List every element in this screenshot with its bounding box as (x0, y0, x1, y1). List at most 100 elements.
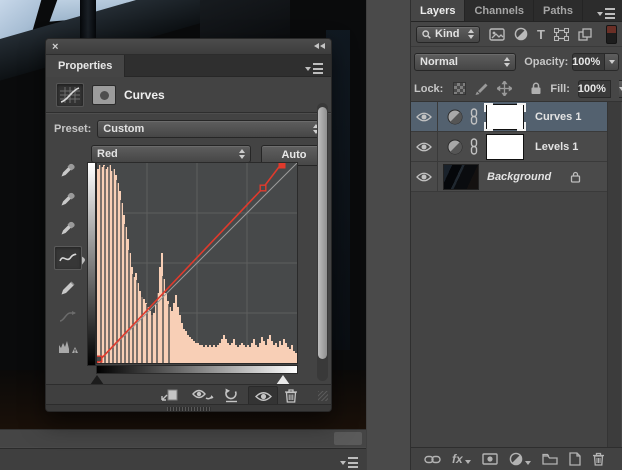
lock-transparency-icon[interactable] (453, 82, 466, 95)
scrollbar-thumb[interactable] (318, 107, 327, 359)
filter-pixel-layers-icon[interactable] (489, 28, 505, 41)
toggle-visibility-button-active[interactable] (248, 386, 278, 406)
preset-dropdown[interactable]: Custom (97, 120, 325, 138)
channel-value: Red (97, 148, 235, 160)
stepper-arrows-icon (504, 57, 510, 67)
collapsed-panel-strip (0, 448, 366, 470)
layer-mask-thumbnail[interactable] (484, 133, 526, 161)
search-icon (422, 30, 431, 39)
new-layer-button[interactable] (569, 452, 581, 466)
filter-adjustment-layers-icon[interactable] (514, 27, 528, 41)
stepper-arrows-icon (468, 29, 474, 39)
fx-label: fx (452, 452, 463, 466)
blend-mode-dropdown[interactable]: Normal (414, 53, 516, 71)
tab-layers[interactable]: Layers (411, 0, 465, 21)
black-point-eyedropper[interactable] (55, 159, 81, 181)
triangle-down-icon (525, 461, 531, 465)
filter-shape-layers-icon[interactable] (554, 28, 569, 41)
properties-scrollbar[interactable] (317, 103, 328, 381)
filter-kind-dropdown[interactable]: Kind (416, 26, 480, 43)
triangle-down-icon (305, 67, 311, 71)
adjustment-layer-icon[interactable] (447, 109, 463, 125)
lock-pixels-brush-icon[interactable] (474, 82, 489, 96)
collapse-to-icons-button[interactable] (314, 43, 325, 49)
triangle-down-icon (340, 461, 346, 465)
mask-link-icon[interactable] (469, 138, 479, 155)
blend-mode-value: Normal (420, 56, 500, 68)
adjustment-title: Curves (124, 88, 165, 102)
menu-lines-icon (313, 63, 323, 74)
mask-link-icon[interactable] (469, 108, 479, 125)
preset-value: Custom (103, 123, 309, 135)
gray-point-eyedropper[interactable] (55, 188, 81, 210)
layer-name[interactable]: Curves 1 (535, 111, 581, 123)
menu-lines-icon (348, 457, 358, 468)
draw-curve-pencil-tool[interactable] (55, 277, 81, 299)
filter-kind-value: Kind (435, 28, 464, 40)
mask-selection-corner (517, 103, 526, 112)
photoshop-workspace: Layers Channels Paths Kind T (0, 0, 622, 470)
white-point-eyedropper[interactable] (55, 217, 81, 239)
layer-row-levels-1[interactable]: Levels 1 (411, 132, 607, 162)
layer-row-background[interactable]: Background (411, 162, 607, 192)
close-panel-button[interactable]: × (52, 40, 58, 54)
delete-layer-button[interactable] (592, 452, 605, 466)
properties-footer-toolbar (46, 384, 331, 404)
scrollbar-thumb[interactable] (334, 432, 362, 445)
panel-resize-strip[interactable] (46, 404, 331, 412)
layers-scrollbar-track[interactable] (607, 102, 621, 447)
edit-curve-points-tool[interactable] (54, 246, 82, 270)
layer-image-thumbnail[interactable] (443, 164, 479, 190)
opacity-value[interactable]: 100% (572, 53, 605, 71)
properties-panel-menu[interactable] (305, 63, 323, 74)
properties-panel: × Properties Curves Preset: Custom (45, 38, 332, 412)
view-previous-state-button[interactable] (192, 386, 214, 404)
properties-title-bar[interactable]: × (46, 39, 331, 55)
layer-mask-thumbnail-selected[interactable] (484, 103, 526, 131)
layer-name[interactable]: Levels 1 (535, 141, 578, 153)
layer-name[interactable]: Background (487, 171, 551, 183)
layers-panel-menu[interactable] (597, 8, 615, 19)
layers-tab-bar: Layers Channels Paths (411, 0, 622, 22)
new-group-button[interactable] (542, 453, 558, 465)
tab-paths[interactable]: Paths (534, 0, 583, 21)
filter-type-layers-icon[interactable]: T (537, 27, 545, 42)
layer-filter-toggle[interactable] (606, 25, 617, 44)
blend-mode-row: Normal Opacity: 100% (411, 48, 622, 76)
drag-handle-ridges (167, 407, 211, 411)
curves-grid-plot[interactable] (96, 162, 298, 364)
mask-selection-corner (484, 122, 493, 131)
delete-adjustment-button[interactable] (284, 386, 298, 404)
document-horizontal-scrollbar[interactable] (0, 429, 366, 447)
refresh-histogram-warning-icon[interactable] (55, 335, 81, 357)
visibility-toggle[interactable] (411, 162, 438, 191)
layers-panel: Layers Channels Paths Kind T (410, 0, 622, 470)
filter-smart-object-icon[interactable] (578, 28, 592, 41)
layer-style-button[interactable]: fx (452, 452, 471, 466)
add-layer-mask-button[interactable] (482, 453, 498, 465)
fill-value[interactable]: 100% (578, 80, 611, 98)
panel-menu-icon[interactable] (340, 457, 358, 468)
input-gradient-bar (96, 365, 298, 374)
triangle-down-icon (465, 460, 471, 464)
panel-resize-grip[interactable] (318, 391, 328, 401)
lock-all-icon[interactable] (530, 82, 542, 95)
new-adjustment-layer-button[interactable] (509, 452, 531, 466)
clip-to-layer-button[interactable] (161, 386, 178, 404)
layer-row-curves-1[interactable]: Curves 1 (411, 102, 607, 132)
mask-dot (100, 91, 109, 100)
adjustment-layer-icon[interactable] (447, 139, 463, 155)
channel-dropdown[interactable]: Red (91, 145, 251, 163)
tab-channels[interactable]: Channels (465, 0, 534, 21)
lock-position-move-icon[interactable] (497, 81, 512, 96)
stepper-arrows-icon (239, 149, 245, 159)
opacity-dropdown-button[interactable] (605, 53, 619, 71)
visibility-toggle[interactable] (411, 132, 438, 161)
double-left-arrow-icon (320, 43, 325, 49)
reset-adjustment-button[interactable] (223, 386, 240, 404)
triangle-down-icon (609, 60, 615, 64)
visibility-toggle[interactable] (411, 102, 438, 131)
mask-properties-icon[interactable] (92, 85, 116, 105)
tab-properties[interactable]: Properties (46, 55, 125, 77)
link-layers-button[interactable] (424, 455, 441, 464)
